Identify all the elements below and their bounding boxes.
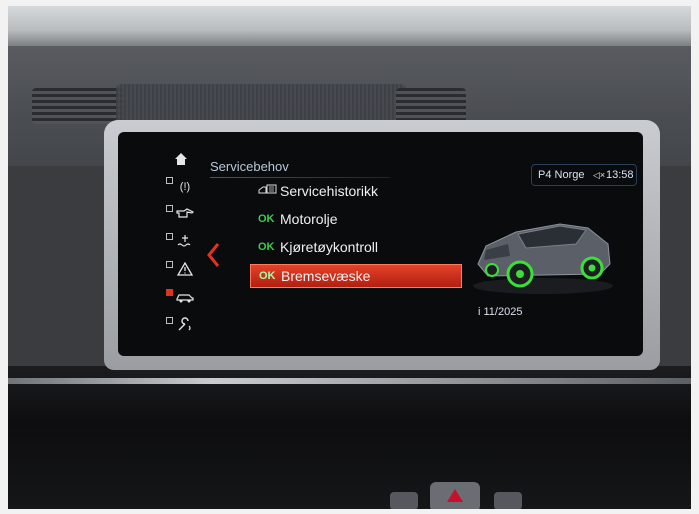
- vehicle-illustration: [468, 194, 618, 304]
- menu-item-vehicle-inspection[interactable]: OK Kjøretøykontroll: [250, 236, 460, 258]
- left-rail: (!): [162, 148, 200, 348]
- service-booklet-icon: [258, 181, 278, 203]
- service-due-date: i 11/2025: [478, 306, 523, 318]
- menu-item-label: Motorolje: [280, 211, 338, 227]
- rail-checkbox-checked: [166, 289, 173, 296]
- console-button-right[interactable]: [494, 492, 522, 509]
- home-icon[interactable]: [162, 148, 200, 170]
- air-vent-right: [396, 88, 466, 124]
- car-service-icon: [176, 294, 194, 303]
- oil-can-icon: [176, 208, 195, 218]
- status-bar: P4 Norge ◁× 13:58: [531, 164, 637, 186]
- coolant-icon: [177, 235, 191, 247]
- chrome-trim: [8, 378, 691, 384]
- console-button-left[interactable]: [390, 492, 418, 509]
- menu-item-engine-oil[interactable]: OK Motorolje: [250, 208, 460, 230]
- dashboard-lower: [8, 366, 691, 509]
- air-vent-left: [32, 88, 124, 124]
- radio-station-label: P4 Norge: [538, 169, 585, 181]
- rail-item-oil[interactable]: [162, 202, 200, 224]
- ok-badge: OK: [258, 241, 275, 253]
- warning-bubble-icon: (!): [179, 181, 191, 193]
- rail-item-teleservice[interactable]: [162, 314, 200, 336]
- wrench-phone-icon: [178, 317, 191, 331]
- idrive-screen: (!) Servicebehov P4 Norge ◁× 13:58 Servi…: [118, 132, 643, 356]
- back-chevron-icon[interactable]: [206, 242, 220, 268]
- warning-triangle-icon: [176, 261, 194, 276]
- menu-item-label: Servicehistorikk: [280, 183, 379, 199]
- rail-item-service[interactable]: [162, 286, 200, 308]
- hazard-button[interactable]: [430, 482, 480, 509]
- ok-badge: OK: [259, 270, 276, 282]
- menu-item-label: Bremsevæske: [281, 268, 371, 284]
- title-divider: [210, 177, 390, 178]
- ok-badge: OK: [258, 213, 275, 225]
- dashboard-speaker-grille: [116, 84, 406, 124]
- menu-item-brake-fluid[interactable]: OK Bremsevæske: [250, 264, 462, 288]
- rail-checkbox: [166, 261, 173, 268]
- rail-checkbox: [166, 177, 173, 184]
- page-title: Servicebehov: [210, 159, 289, 174]
- menu-item-service-history[interactable]: Servicehistorikk: [250, 180, 460, 202]
- windshield: [8, 6, 691, 50]
- rail-checkbox: [166, 317, 173, 324]
- speaker-icon: ◁×: [593, 170, 606, 180]
- rail-item-coolant[interactable]: [162, 230, 200, 252]
- rail-item-check-control[interactable]: (!): [162, 174, 200, 196]
- rail-checkbox: [166, 205, 173, 212]
- rail-item-warning[interactable]: [162, 258, 200, 280]
- rail-checkbox: [166, 233, 173, 240]
- clock: 13:58: [606, 169, 634, 181]
- menu-item-label: Kjøretøykontroll: [280, 239, 379, 255]
